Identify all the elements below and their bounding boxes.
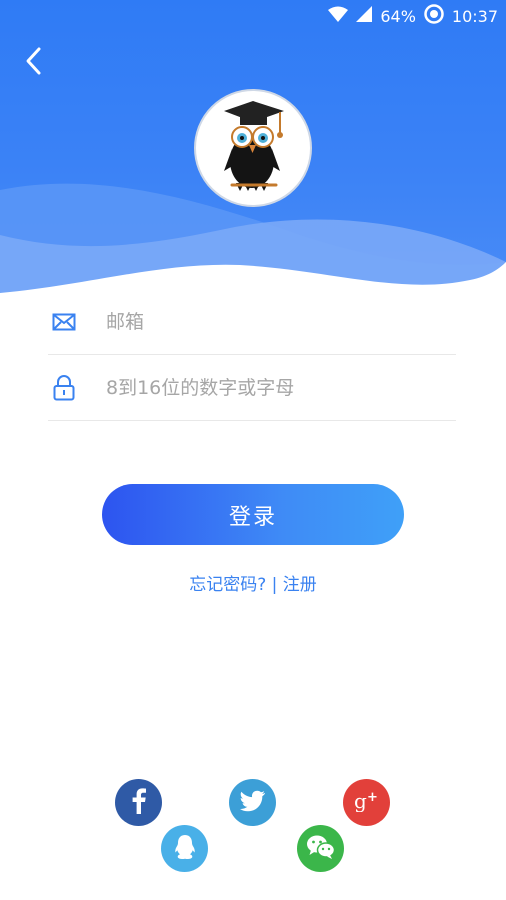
account-links: 忘记密码? | 注册	[0, 570, 506, 595]
chevron-left-icon	[26, 47, 41, 75]
svg-text:g: g	[354, 790, 367, 812]
header-banner: 64% 10:37	[0, 0, 506, 300]
twitter-login-button[interactable]	[229, 779, 276, 826]
mail-icon	[48, 306, 80, 338]
facebook-login-button[interactable]	[115, 779, 162, 826]
status-bar: 64% 10:37	[0, 0, 506, 32]
clock: 10:37	[451, 6, 498, 26]
owl-graduate-icon	[224, 101, 284, 191]
login-button[interactable]: 登录	[102, 484, 404, 545]
email-field-row	[48, 290, 456, 355]
battery-level: 64%	[380, 6, 416, 26]
google-plus-login-button[interactable]: g +	[343, 779, 390, 826]
avatar	[194, 89, 312, 207]
password-field-row	[48, 356, 456, 421]
sync-icon	[424, 4, 444, 28]
facebook-icon	[130, 787, 148, 818]
svg-text:+: +	[367, 790, 378, 805]
password-input[interactable]	[104, 367, 448, 409]
wechat-login-button[interactable]	[297, 825, 344, 872]
email-input[interactable]	[104, 301, 448, 343]
wifi-icon	[328, 6, 349, 26]
forgot-password-link[interactable]: 忘记密码?	[189, 575, 266, 595]
lock-icon	[48, 372, 80, 404]
back-button[interactable]	[18, 44, 48, 78]
qq-penguin-icon	[173, 834, 197, 864]
qq-login-button[interactable]	[161, 825, 208, 872]
register-link[interactable]: 注册	[283, 575, 317, 595]
google-plus-icon: g +	[352, 789, 382, 816]
cell-signal-icon	[356, 6, 373, 26]
link-separator: |	[271, 575, 278, 595]
wechat-icon	[306, 834, 336, 864]
twitter-icon	[239, 790, 266, 816]
